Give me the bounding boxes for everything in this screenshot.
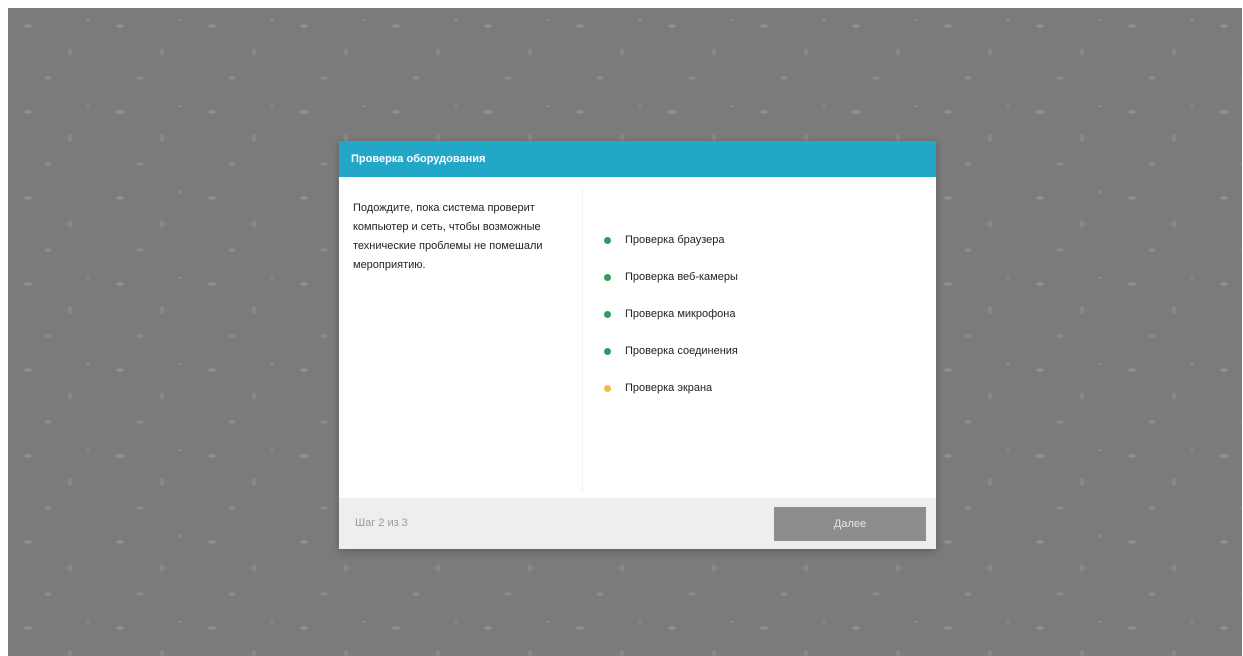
dialog-body: Подождите, пока система проверит компьют…: [339, 177, 936, 498]
check-label: Проверка экрана: [625, 382, 713, 394]
status-dot-icon: [604, 274, 611, 281]
check-item-screen: Проверка экрана: [604, 382, 738, 419]
check-item-microphone: Проверка микрофона: [604, 308, 738, 345]
check-list: Проверка браузера Проверка веб-камеры Пр…: [604, 234, 738, 419]
check-label: Проверка браузера: [625, 234, 725, 246]
next-button[interactable]: Далее: [774, 507, 926, 541]
status-dot-icon: [604, 348, 611, 355]
dialog-title: Проверка оборудования: [339, 141, 936, 177]
dialog-footer: Шаг 2 из 3 Далее: [339, 498, 936, 549]
dialog-description: Подождите, пока система проверит компьют…: [353, 202, 543, 271]
check-label: Проверка микрофона: [625, 308, 736, 320]
check-item-connection: Проверка соединения: [604, 345, 738, 382]
check-label: Проверка веб-камеры: [625, 271, 738, 283]
status-dot-icon: [604, 237, 611, 244]
step-indicator: Шаг 2 из 3: [355, 517, 408, 529]
equipment-check-dialog: Проверка оборудования Подождите, пока си…: [339, 141, 936, 549]
check-item-browser: Проверка браузера: [604, 234, 738, 271]
status-dot-icon: [604, 385, 611, 392]
check-label: Проверка соединения: [625, 345, 738, 357]
column-divider: [582, 187, 583, 492]
check-item-webcam: Проверка веб-камеры: [604, 271, 738, 308]
status-dot-icon: [604, 311, 611, 318]
